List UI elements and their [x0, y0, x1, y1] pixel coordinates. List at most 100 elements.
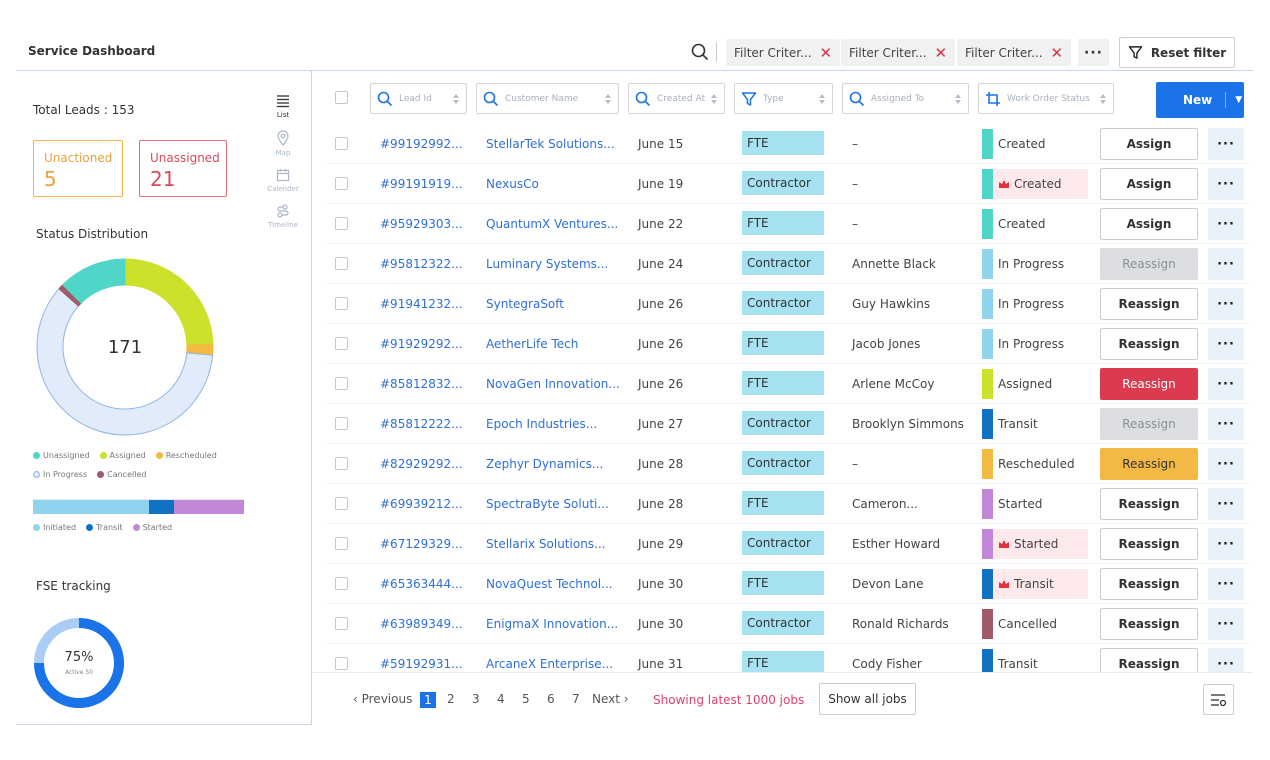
- customer-name-link[interactable]: Stellarix Solutions...: [486, 537, 606, 551]
- table-settings-button[interactable]: [1203, 684, 1234, 715]
- view-timeline[interactable]: Timeline: [262, 204, 304, 229]
- page-number[interactable]: 3: [472, 692, 480, 706]
- row-more-button[interactable]: ···: [1208, 208, 1244, 240]
- row-checkbox[interactable]: [335, 497, 348, 510]
- page-number[interactable]: 5: [522, 692, 530, 706]
- row-more-button[interactable]: ···: [1208, 328, 1244, 360]
- search-icon[interactable]: [690, 42, 710, 62]
- table-row[interactable]: #67129329... Stellarix Solutions... June 2…: [326, 524, 1250, 564]
- reassign-button[interactable]: Reassign: [1100, 408, 1198, 440]
- select-all-checkbox[interactable]: [335, 91, 348, 104]
- more-filters-button[interactable]: ···: [1078, 39, 1109, 66]
- view-map[interactable]: Map: [262, 130, 304, 157]
- lead-id-link[interactable]: #91941232...: [380, 297, 463, 311]
- row-more-button[interactable]: ···: [1208, 608, 1244, 640]
- table-row[interactable]: #91941232... SyntegraSoft June 26 Contracto…: [326, 284, 1250, 324]
- row-checkbox[interactable]: [335, 617, 348, 630]
- customer-name-link[interactable]: NexusCo: [486, 177, 539, 191]
- customer-name-link[interactable]: Luminary Systems...: [486, 257, 608, 271]
- row-checkbox[interactable]: [335, 417, 348, 430]
- sort-icon[interactable]: [452, 93, 460, 104]
- page-number[interactable]: 2: [447, 692, 455, 706]
- table-row[interactable]: #69939212... SpectraByte Soluti... June 28…: [326, 484, 1250, 524]
- sort-icon[interactable]: [1099, 93, 1107, 104]
- customer-name-link[interactable]: Zephyr Dynamics...: [486, 457, 603, 471]
- sort-icon[interactable]: [604, 93, 612, 104]
- next-page-link[interactable]: Next ›: [592, 692, 629, 706]
- lead-id-link[interactable]: #85812222...: [380, 417, 463, 431]
- unactioned-card[interactable]: Unactioned 5: [33, 140, 123, 197]
- filter-chip-1[interactable]: Filter Criter... ✕: [726, 39, 841, 66]
- table-row[interactable]: #85812832... NovaGen Innovation... June 26…: [326, 364, 1250, 404]
- reassign-button[interactable]: Reassign: [1100, 568, 1198, 600]
- table-row[interactable]: #95929303... QuantumX Ventures... June 22 F…: [326, 204, 1250, 244]
- table-row[interactable]: #99191919... NexusCo June 19 Contractor – Cre…: [326, 164, 1250, 204]
- table-row[interactable]: #63989349... EnigmaX Innovation... June 30…: [326, 604, 1250, 644]
- row-checkbox[interactable]: [335, 217, 348, 230]
- lead-id-link[interactable]: #65363444...: [380, 577, 463, 591]
- lead-id-link[interactable]: #99191919...: [380, 177, 463, 191]
- row-more-button[interactable]: ···: [1208, 368, 1244, 400]
- close-icon[interactable]: ✕: [1051, 44, 1064, 62]
- row-more-button[interactable]: ···: [1208, 168, 1244, 200]
- customer-name-link[interactable]: AetherLife Tech: [486, 337, 578, 351]
- row-more-button[interactable]: ···: [1208, 448, 1244, 480]
- customer-name-link[interactable]: QuantumX Ventures...: [486, 217, 618, 231]
- sort-icon[interactable]: [710, 93, 718, 104]
- row-checkbox[interactable]: [335, 457, 348, 470]
- lead-id-link[interactable]: #67129329...: [380, 537, 463, 551]
- table-row[interactable]: #82929292... Zephyr Dynamics... June 28 Con…: [326, 444, 1250, 484]
- page-number[interactable]: 4: [497, 692, 505, 706]
- page-number[interactable]: 6: [547, 692, 555, 706]
- table-row[interactable]: #91929292... AetherLife Tech June 26 FTE Jac…: [326, 324, 1250, 364]
- row-checkbox[interactable]: [335, 257, 348, 270]
- reassign-button[interactable]: Reassign: [1100, 488, 1198, 520]
- reassign-button[interactable]: Reassign: [1100, 528, 1198, 560]
- customer-name-link[interactable]: StellarTek Solutions...: [486, 137, 615, 151]
- customer-name-link[interactable]: ArcaneX Enterprise...: [486, 657, 613, 671]
- unassigned-card[interactable]: Unassigned 21: [139, 140, 227, 197]
- chevron-down-icon[interactable]: ▼: [1235, 95, 1242, 105]
- row-checkbox[interactable]: [335, 177, 348, 190]
- column-filter-created[interactable]: Created At: [628, 83, 725, 114]
- lead-id-link[interactable]: #95812322...: [380, 257, 463, 271]
- customer-name-link[interactable]: EnigmaX Innovation...: [486, 617, 618, 631]
- assign-button[interactable]: Assign: [1100, 168, 1198, 200]
- reassign-button[interactable]: Reassign: [1100, 608, 1198, 640]
- previous-page-link[interactable]: ‹ Previous: [353, 692, 412, 706]
- close-icon[interactable]: ✕: [820, 44, 833, 62]
- lead-id-link[interactable]: #59192931...: [380, 657, 463, 671]
- page-number[interactable]: 1: [420, 692, 436, 708]
- reassign-button[interactable]: Reassign: [1100, 288, 1198, 320]
- assign-button[interactable]: Assign: [1100, 208, 1198, 240]
- customer-name-link[interactable]: SyntegraSoft: [486, 297, 564, 311]
- row-more-button[interactable]: ···: [1208, 408, 1244, 440]
- row-checkbox[interactable]: [335, 657, 348, 670]
- row-checkbox[interactable]: [335, 377, 348, 390]
- column-filter-type[interactable]: Type: [734, 83, 833, 114]
- lead-id-link[interactable]: #91929292...: [380, 337, 463, 351]
- lead-id-link[interactable]: #63989349...: [380, 617, 463, 631]
- table-row[interactable]: #95812322... Luminary Systems... June 24 Co…: [326, 244, 1250, 284]
- show-all-jobs-button[interactable]: Show all jobs: [819, 683, 916, 715]
- lead-id-link[interactable]: #69939212...: [380, 497, 463, 511]
- reset-filter-button[interactable]: Reset filter: [1119, 37, 1235, 68]
- column-filter-lead[interactable]: Lead Id: [370, 83, 467, 114]
- view-calendar[interactable]: Calender: [262, 168, 304, 193]
- reassign-button[interactable]: Reassign: [1100, 368, 1198, 400]
- sort-icon[interactable]: [954, 93, 962, 104]
- row-checkbox[interactable]: [335, 297, 348, 310]
- sort-icon[interactable]: [818, 93, 826, 104]
- table-row[interactable]: #65363444... NovaQuest Technol... June 30 F…: [326, 564, 1250, 604]
- lead-id-link[interactable]: #95929303...: [380, 217, 463, 231]
- assign-button[interactable]: Assign: [1100, 128, 1198, 160]
- column-filter-assigned[interactable]: Assigned To: [842, 83, 969, 114]
- customer-name-link[interactable]: NovaQuest Technol...: [486, 577, 613, 591]
- row-checkbox[interactable]: [335, 577, 348, 590]
- customer-name-link[interactable]: SpectraByte Soluti...: [486, 497, 609, 511]
- lead-id-link[interactable]: #99192992...: [380, 137, 463, 151]
- lead-id-link[interactable]: #82929292...: [380, 457, 463, 471]
- close-icon[interactable]: ✕: [935, 44, 948, 62]
- view-list[interactable]: List: [262, 94, 304, 119]
- reassign-button[interactable]: Reassign: [1100, 448, 1198, 480]
